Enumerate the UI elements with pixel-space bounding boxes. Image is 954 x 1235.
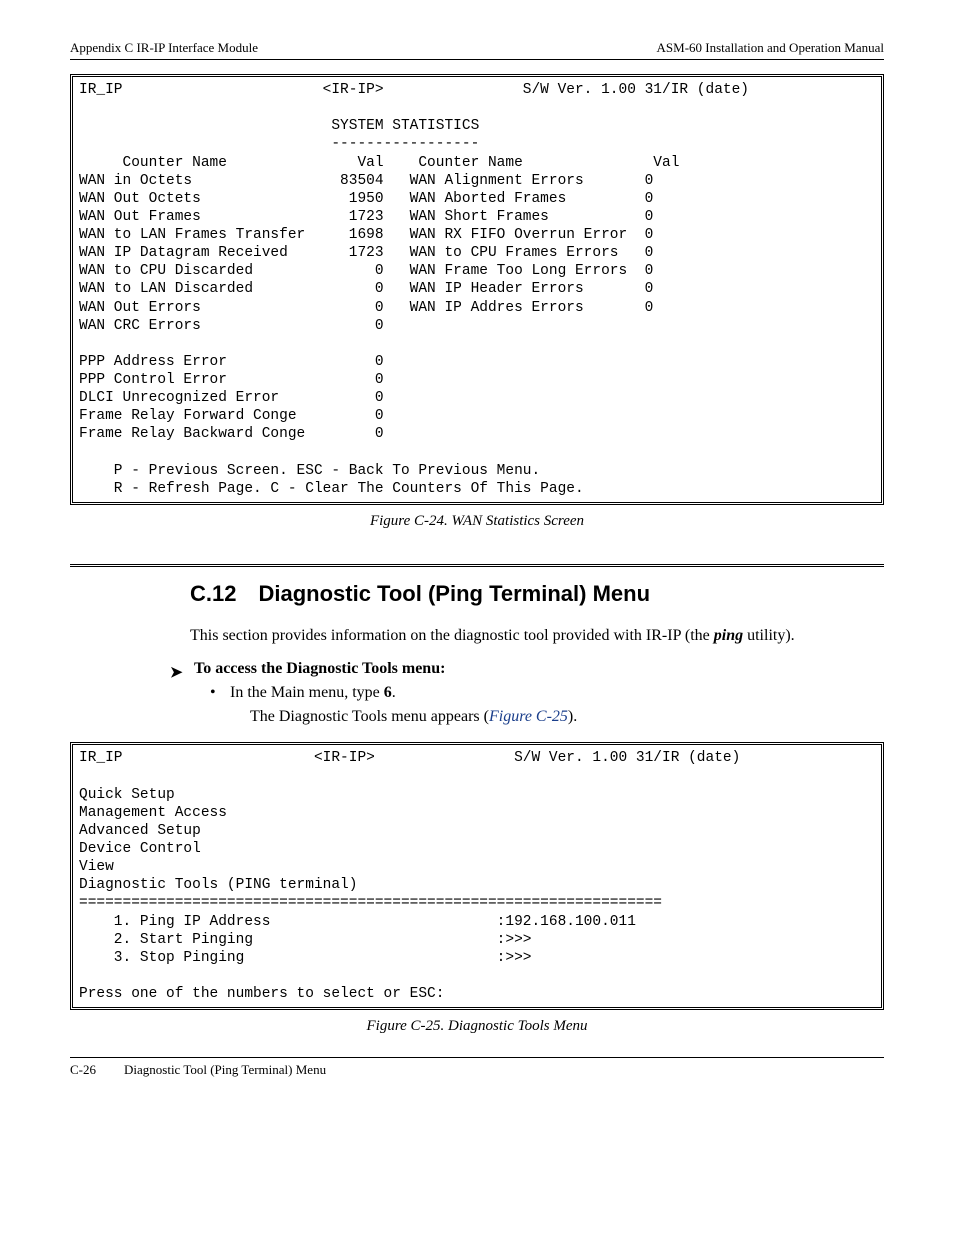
diagnostic-tools-terminal: IR_IP <IR-IP> S/W Ver. 1.00 31/IR (date)… bbox=[70, 742, 884, 1010]
running-header: Appendix C IR-IP Interface Module ASM-60… bbox=[70, 40, 884, 60]
intro-paragraph: This section provides information on the… bbox=[70, 625, 884, 647]
procedure-title: To access the Diagnostic Tools menu: bbox=[164, 660, 445, 677]
footer-section-title: Diagnostic Tool (Ping Terminal) Menu bbox=[124, 1062, 326, 1078]
section-title-text: Diagnostic Tool (Ping Terminal) Menu bbox=[258, 581, 650, 606]
procedure-result: The Diagnostic Tools menu appears (Figur… bbox=[70, 708, 884, 726]
figure-c24-caption: Figure C-24. WAN Statistics Screen bbox=[70, 513, 884, 530]
section-divider bbox=[70, 564, 884, 567]
section-number: C.12 bbox=[190, 581, 236, 607]
running-footer: C-26 Diagnostic Tool (Ping Terminal) Men… bbox=[70, 1057, 884, 1078]
footer-page-number: C-26 bbox=[70, 1062, 96, 1078]
figure-reference-link[interactable]: Figure C-25 bbox=[489, 708, 568, 725]
header-left: Appendix C IR-IP Interface Module bbox=[70, 40, 258, 56]
header-right: ASM-60 Installation and Operation Manual bbox=[657, 40, 884, 56]
procedure-heading: ➤ To access the Diagnostic Tools menu: bbox=[70, 660, 884, 678]
arrow-icon: ➤ bbox=[170, 663, 183, 682]
procedure-step: In the Main menu, type 6. bbox=[70, 684, 884, 702]
figure-c25-caption: Figure C-25. Diagnostic Tools Menu bbox=[70, 1018, 884, 1035]
section-heading: C.12 Diagnostic Tool (Ping Terminal) Menu bbox=[70, 581, 884, 607]
wan-statistics-terminal: IR_IP <IR-IP> S/W Ver. 1.00 31/IR (date)… bbox=[70, 74, 884, 505]
